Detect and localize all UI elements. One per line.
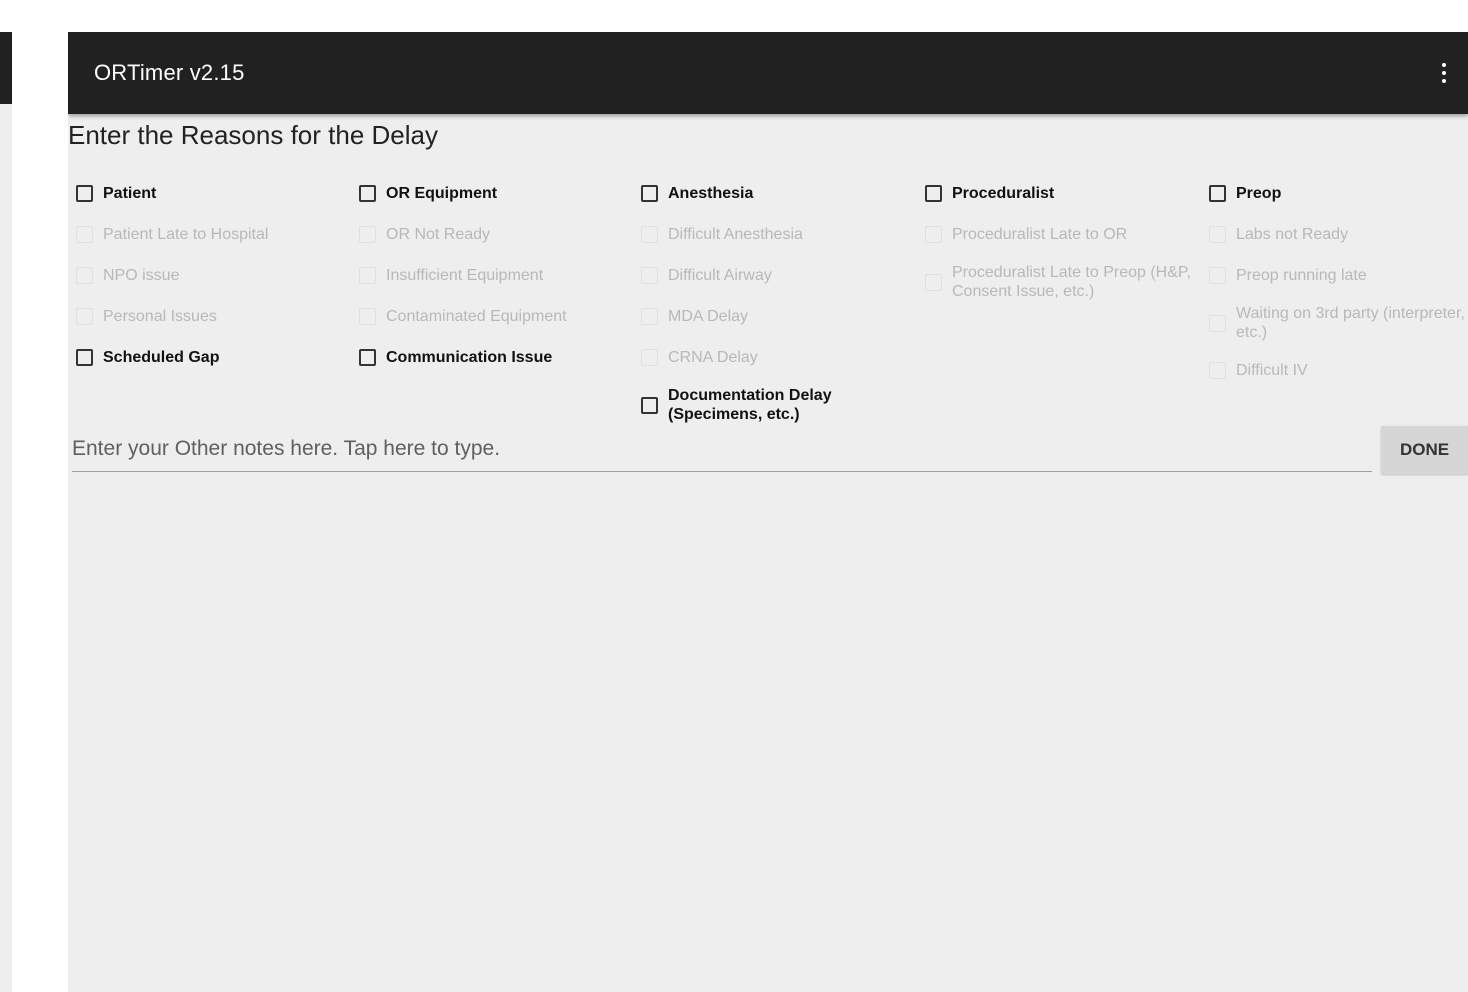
reason-label: Preop running late (1236, 267, 1367, 284)
reason-label: Proceduralist (952, 185, 1055, 202)
reason-checkbox-crna-delay: CRNA Delay (633, 337, 915, 378)
reason-checkbox-labs-not-ready: Labs not Ready (1201, 214, 1468, 255)
checkbox-icon[interactable] (641, 396, 658, 414)
reason-checkbox-preop[interactable]: Preop (1201, 173, 1468, 214)
app-title: ORTimer v2.15 (94, 60, 245, 85)
reason-label: Proceduralist Late to OR (952, 226, 1128, 243)
checkbox-icon (76, 308, 93, 325)
background-window-toolbar (0, 32, 12, 104)
reason-checkbox-waiting-on-3rd-party-interpreter-etc: Waiting on 3rd party (interpreter, etc.) (1201, 296, 1468, 350)
checkbox-icon[interactable] (359, 185, 376, 202)
checkbox-icon (641, 226, 658, 243)
checkbox-icon (1209, 314, 1226, 332)
reason-label: Difficult Anesthesia (668, 226, 803, 243)
menu-dot (1442, 71, 1446, 75)
reason-checkbox-or-equipment[interactable]: OR Equipment (351, 173, 633, 214)
checkbox-icon (1209, 226, 1226, 243)
reason-column-anesthesia: Anesthesia Difficult Anesthesia Difficult … (633, 173, 915, 432)
reason-label: Proceduralist Late to Preop (H&P, Consen… (952, 264, 1191, 300)
reason-checkbox-personal-issues: Personal Issues (68, 296, 350, 337)
reason-label: Anesthesia (668, 185, 754, 202)
reason-column-preop: Preop Labs not Ready Preop running late Wai… (1201, 173, 1468, 391)
reason-label: CRNA Delay (668, 349, 758, 366)
reason-label: Insufficient Equipment (386, 267, 544, 284)
reason-checkbox-anesthesia[interactable]: Anesthesia (633, 173, 915, 214)
reason-label: NPO issue (103, 267, 180, 284)
reason-column-patient: Patient Patient Late to Hospital NPO issue… (68, 173, 350, 378)
reason-checkbox-proceduralist-late-to-or: Proceduralist Late to OR (917, 214, 1199, 255)
reason-column-or-equipment: OR Equipment OR Not Ready Insufficient Equ… (351, 173, 633, 378)
reason-label: Scheduled Gap (103, 349, 220, 366)
checkbox-icon (359, 226, 376, 243)
reason-checkbox-npo-issue: NPO issue (68, 255, 350, 296)
done-button[interactable]: DONE (1381, 426, 1468, 474)
reason-label: Personal Issues (103, 308, 217, 325)
reason-checkbox-documentation-delay-specimens-etc[interactable]: Documentation Delay (Specimens, etc.) (633, 378, 915, 432)
checkbox-icon[interactable] (76, 185, 93, 202)
checkbox-icon (925, 226, 942, 243)
reason-label: Difficult IV (1236, 362, 1308, 379)
reason-label: Waiting on 3rd party (interpreter, etc.) (1236, 305, 1465, 341)
checkbox-icon (641, 308, 658, 325)
app-window: ORTimer v2.15 Enter the Reasons for the … (68, 32, 1468, 992)
reason-checkbox-communication-issue[interactable]: Communication Issue (351, 337, 633, 378)
page-heading: Enter the Reasons for the Delay (68, 120, 438, 150)
reason-label: Preop (1236, 185, 1282, 202)
background-window-panel (0, 104, 12, 992)
reason-label: Contaminated Equipment (386, 308, 567, 325)
reason-checkbox-preop-running-late: Preop running late (1201, 255, 1468, 296)
checkbox-icon[interactable] (641, 185, 658, 202)
reason-column-proceduralist: Proceduralist Proceduralist Late to OR Pro… (917, 173, 1199, 309)
menu-dot (1442, 63, 1446, 67)
reason-label: Communication Issue (386, 349, 553, 366)
reason-label: Documentation Delay (Specimens, etc.) (668, 387, 832, 423)
checkbox-icon (1209, 362, 1226, 379)
reason-label: OR Equipment (386, 185, 498, 202)
menu-dot (1442, 79, 1446, 83)
checkbox-icon (76, 267, 93, 284)
checkbox-icon (641, 349, 658, 366)
reason-checkbox-proceduralist[interactable]: Proceduralist (917, 173, 1199, 214)
reason-checkbox-scheduled-gap[interactable]: Scheduled Gap (68, 337, 350, 378)
checkbox-icon (76, 226, 93, 243)
reason-checkbox-or-not-ready: OR Not Ready (351, 214, 633, 255)
reason-checkbox-insufficient-equipment: Insufficient Equipment (351, 255, 633, 296)
checkbox-icon (359, 267, 376, 284)
reason-checkbox-mda-delay: MDA Delay (633, 296, 915, 337)
reason-label: MDA Delay (668, 308, 749, 325)
reason-label: Difficult Airway (668, 267, 772, 284)
checkbox-icon (925, 273, 942, 291)
reason-label: Patient Late to Hospital (103, 226, 269, 243)
app-toolbar: ORTimer v2.15 (68, 32, 1468, 114)
overflow-menu-icon[interactable] (1432, 58, 1456, 88)
checkbox-icon (1209, 267, 1226, 284)
checkbox-icon[interactable] (1209, 185, 1226, 202)
other-notes-input[interactable] (72, 426, 1372, 472)
reason-checkbox-difficult-anesthesia: Difficult Anesthesia (633, 214, 915, 255)
reason-checkbox-contaminated-equipment: Contaminated Equipment (351, 296, 633, 337)
reason-label: Patient (103, 185, 157, 202)
reason-checkbox-difficult-airway: Difficult Airway (633, 255, 915, 296)
reason-checkbox-patient-late-to-hospital: Patient Late to Hospital (68, 214, 350, 255)
checkbox-icon[interactable] (76, 349, 93, 366)
checkbox-icon (359, 308, 376, 325)
reason-label: Labs not Ready (1236, 226, 1349, 243)
checkbox-icon (641, 267, 658, 284)
checkbox-icon[interactable] (925, 185, 942, 202)
checkbox-icon[interactable] (359, 349, 376, 366)
reason-label: OR Not Ready (386, 226, 491, 243)
reason-checkbox-difficult-iv: Difficult IV (1201, 350, 1468, 391)
reason-checkbox-patient[interactable]: Patient (68, 173, 350, 214)
reason-checkbox-proceduralist-late-to-preop-h-p-consent-issue-etc: Proceduralist Late to Preop (H&P, Consen… (917, 255, 1199, 309)
